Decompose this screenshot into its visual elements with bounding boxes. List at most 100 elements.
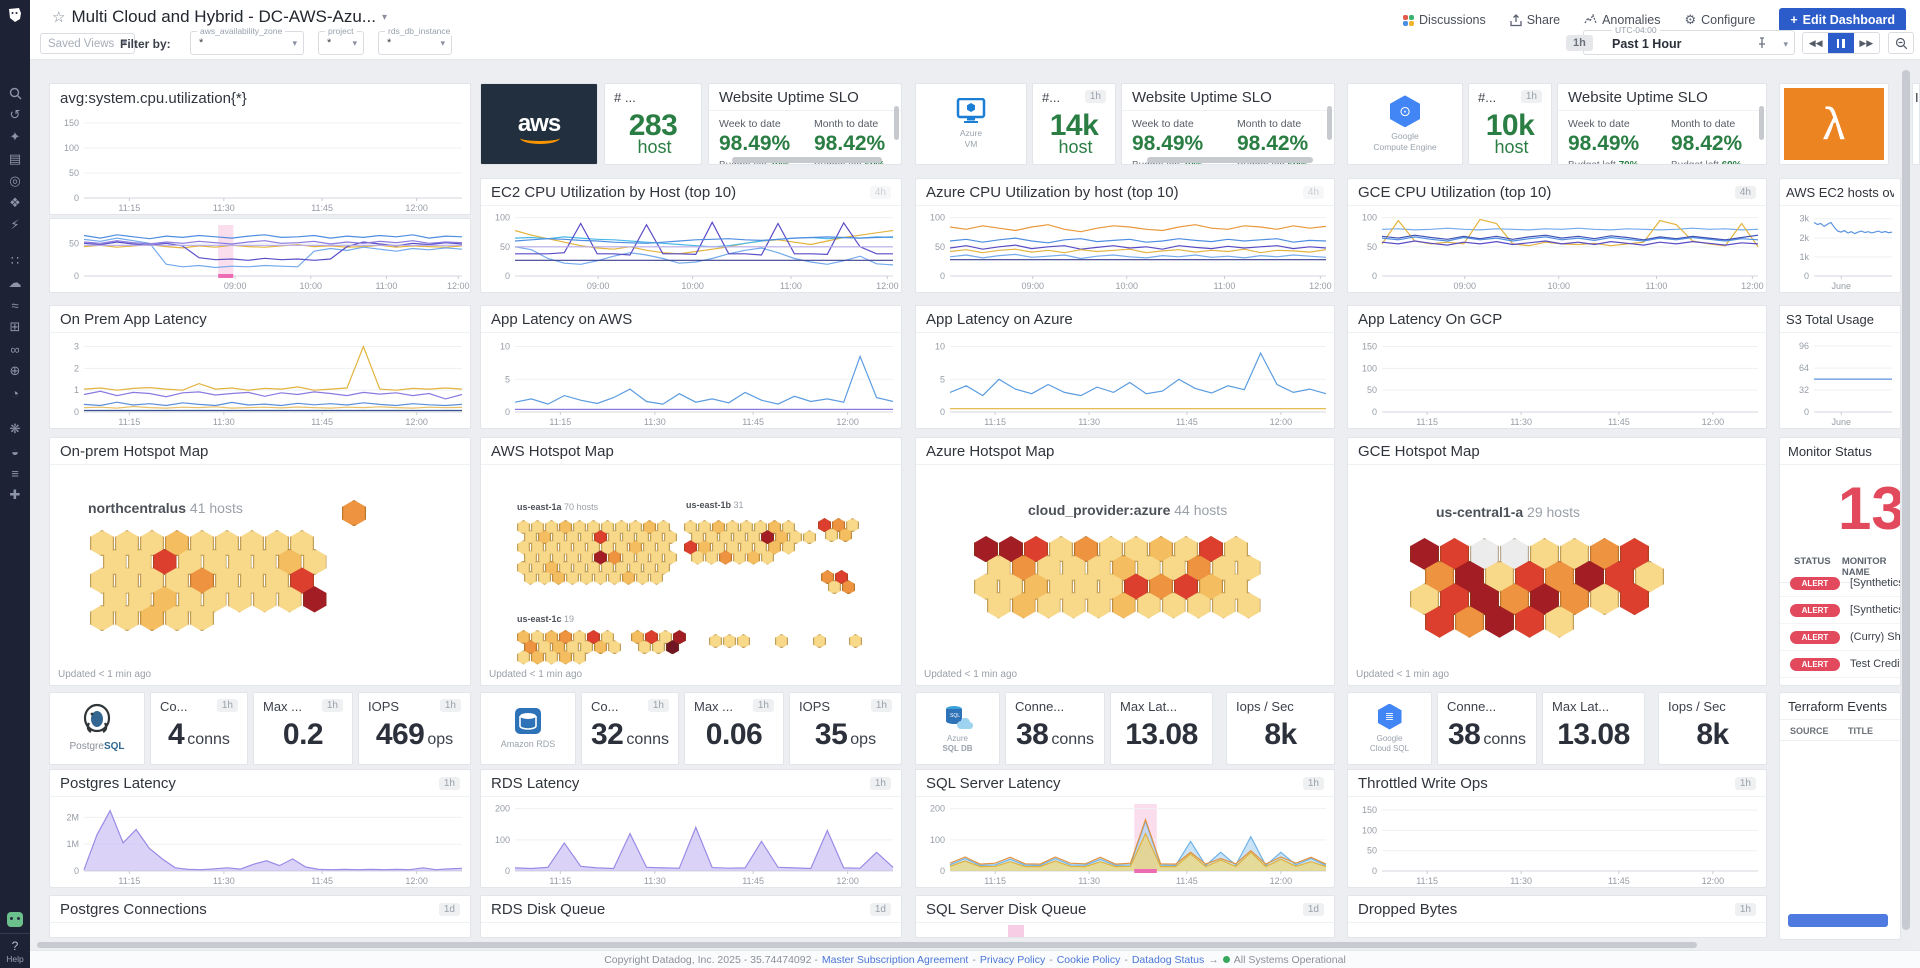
s3-usage-chart[interactable]: 9664320June	[1780, 334, 1900, 428]
footer-link[interactable]: Cookie Policy	[1057, 954, 1121, 966]
widget-gcp-latency[interactable]: App Latency On GCP 15010050011:1511:3011…	[1347, 305, 1767, 429]
pin-icon[interactable]	[1756, 37, 1768, 49]
network-icon[interactable]: ≈	[0, 294, 30, 316]
integrations-icon[interactable]: ✚	[0, 484, 30, 506]
widget-aws-hotspot[interactable]: AWS Hotspot Map us-east-1a 70 hosts us-e…	[480, 437, 902, 686]
widget-pg-iops[interactable]: IOPS1h 469ops	[358, 692, 471, 765]
azure-hex-map[interactable]	[916, 466, 1334, 685]
aws-latency-chart[interactable]: 105011:1511:3011:4512:00	[481, 334, 901, 428]
synthetics-icon[interactable]: ◔	[0, 382, 30, 404]
dashboard-title[interactable]: Multi Cloud and Hybrid - DC-AWS-Azu...	[71, 7, 376, 27]
cloud-security-icon[interactable]: ☁	[0, 272, 30, 294]
widget-azure-cpu[interactable]: Azure CPU Utilization by host (top 10)4h…	[915, 178, 1335, 293]
monitor-row[interactable]: ALERT(Curry) Shopi...	[1780, 624, 1900, 651]
widget-azure-hotspot[interactable]: Azure Hotspot Map cloud_provider:azure 4…	[915, 437, 1335, 686]
slo-icon[interactable]: ◒	[0, 440, 30, 462]
widget-pg-connections[interactable]: Co...1h 4conns	[150, 692, 248, 765]
widget-azure-sql-connections[interactable]: Conne... 38conns	[1005, 692, 1105, 765]
widget-dropped-bytes[interactable]: Dropped Bytes1h	[1347, 895, 1767, 938]
service-management-icon[interactable]: ∷	[0, 250, 30, 272]
azure-latency-chart[interactable]: 105011:1511:3011:4512:00	[916, 334, 1334, 428]
time-forward-button[interactable]: ▶▶	[1854, 33, 1879, 53]
timeframe-shortcut-badge[interactable]: 1h	[1566, 35, 1593, 51]
widget-scrollbar[interactable]	[1147, 157, 1312, 163]
metrics-icon[interactable]: ▤	[0, 148, 30, 170]
widget-pg-max-latency[interactable]: Max ...1h 0.2	[253, 692, 353, 765]
time-pause-button[interactable]	[1828, 33, 1853, 53]
user-avatar[interactable]	[7, 912, 23, 927]
widget-gce-hotspot[interactable]: GCE Hotspot Map us-central1-a 29 hosts U…	[1347, 437, 1767, 686]
monitor-row[interactable]: ALERTTest Credit Ca...	[1780, 651, 1900, 678]
widget-postgres-latency[interactable]: Postgres Latency1h 2M1M011:1511:3011:451…	[49, 769, 471, 888]
footer-link[interactable]: Master Subscription Agreement	[822, 954, 969, 966]
widget-throttled-write-ops[interactable]: Throttled Write Ops1h 15010050011:1511:3…	[1347, 769, 1767, 888]
ai-assistant-icon[interactable]: ✦	[0, 126, 30, 148]
widget-aws-latency[interactable]: App Latency on AWS 105011:1511:3011:4512…	[480, 305, 902, 429]
apm-icon[interactable]: ⚡	[0, 214, 30, 236]
sql-server-latency-chart[interactable]: 200100011:1511:3011:4512:00	[916, 798, 1334, 887]
widget-terraform-events[interactable]: Terraform Events SOURCETITLE	[1779, 692, 1901, 940]
widget-azure-sql-max-latency[interactable]: Max Lat... 13.08	[1110, 692, 1213, 765]
throttled-write-ops-chart[interactable]: 15010050011:1511:3011:4512:00	[1348, 798, 1766, 887]
horizontal-scrollbar[interactable]	[35, 940, 1915, 949]
watchdog-icon[interactable]: ◎	[0, 170, 30, 192]
infrastructure-icon[interactable]: ❖	[0, 192, 30, 214]
gce-cpu-chart[interactable]: 10050009:0010:0011:0012:00	[1348, 207, 1766, 292]
software-catalog-icon[interactable]: ⊞	[0, 316, 30, 338]
widget-monitor-status[interactable]: Monitor Status 13 STATUSMONITOR NAME ALE…	[1779, 437, 1901, 686]
onprem-latency-chart[interactable]: 321011:1511:3011:4512:00	[50, 334, 470, 428]
onprem-hex-map[interactable]	[50, 466, 470, 685]
help-button[interactable]: ? Help	[0, 933, 30, 964]
favorite-star-icon[interactable]: ☆	[52, 8, 65, 26]
widget-scrollbar[interactable]	[1327, 106, 1332, 140]
ec2-hosts-chart[interactable]: 3k2k1k0June	[1780, 207, 1900, 292]
widget-sql-server-latency[interactable]: SQL Server Latency1h 200100011:1511:3011…	[915, 769, 1335, 888]
aws-hex-map[interactable]	[481, 466, 901, 685]
widget-rds-connections[interactable]: Co...1h 32conns	[581, 692, 679, 765]
zoom-out-button[interactable]	[1888, 32, 1914, 54]
widget-rds-latency[interactable]: RDS Latency1h 200100011:1511:3011:4512:0…	[480, 769, 902, 888]
widget-scrollbar[interactable]	[732, 157, 882, 163]
widget-cpu-utilization-hosts[interactable]: 50009:0010:0011:0012:00	[49, 218, 471, 293]
widget-azure-sql-iops[interactable]: Iops / Sec 8k	[1226, 692, 1335, 765]
widget-gcp-host-count[interactable]: #...1h 10k host	[1468, 83, 1552, 165]
widget-azure-latency[interactable]: App Latency on Azure 105011:1511:3011:45…	[915, 305, 1335, 429]
logs-icon[interactable]: ≡	[0, 462, 30, 484]
azure-cpu-chart[interactable]: 10050009:0010:0011:0012:00	[916, 207, 1334, 292]
time-range-picker[interactable]: UTC-04:00 Past 1 Hour ▾	[1583, 30, 1795, 55]
vertical-scrollbar[interactable]	[1902, 70, 1910, 930]
monitor-row[interactable]: ALERT[Synthetics] W...	[1780, 570, 1900, 597]
widget-rds-iops[interactable]: IOPS1h 35ops	[789, 692, 902, 765]
postgres-latency-chart[interactable]: 2M1M011:1511:3011:4512:00	[50, 798, 470, 887]
share-button[interactable]: Share	[1510, 13, 1560, 27]
widget-ec2-cpu[interactable]: EC2 CPU Utilization by Host (top 10)4h 1…	[480, 178, 902, 293]
rds-latency-chart[interactable]: 200100011:1511:3011:4512:00	[481, 798, 901, 887]
widget-slo-gcp[interactable]: Website Uptime SLO Week to date98.49%Bud…	[1557, 83, 1767, 165]
widget-slo-aws[interactable]: Website Uptime SLO Week to date98.49%Bud…	[708, 83, 902, 165]
widget-cpu-utilization[interactable]: avg:system.cpu.utilization{*} 1501005001…	[49, 83, 471, 215]
widget-postgres-connections[interactable]: Postgres Connections1d	[49, 895, 471, 938]
widget-aws-host-count[interactable]: # ... 283 host	[604, 83, 702, 165]
widget-onprem-latency[interactable]: On Prem App Latency 321011:1511:3011:451…	[49, 305, 471, 429]
cpu-hosts-chart[interactable]: 50009:0010:0011:0012:00	[50, 219, 470, 292]
filter-rds-db-instance[interactable]: rds_db_instance * ▾	[378, 31, 452, 55]
widget-scrollbar[interactable]	[1759, 106, 1764, 140]
widget-rds-max-latency[interactable]: Max ...1h 0.06	[684, 692, 784, 765]
search-icon[interactable]	[0, 82, 30, 104]
time-back-button[interactable]: ◀◀	[1803, 33, 1828, 53]
universal-service-icon[interactable]: ⊕	[0, 360, 30, 382]
widget-cloud-sql-max-latency[interactable]: Max Lat... 13.08	[1542, 692, 1645, 765]
widget-gce-cpu[interactable]: GCE CPU Utilization (top 10)4h 10050009:…	[1347, 178, 1767, 293]
cpu-utilization-chart[interactable]: 15010050011:1511:3011:4512:00	[50, 112, 470, 214]
title-chevron-icon[interactable]: ▾	[382, 12, 387, 23]
gcp-latency-chart[interactable]: 15010050011:1511:3011:4512:00	[1348, 334, 1766, 428]
footer-link[interactable]: Privacy Policy	[980, 954, 1045, 966]
configure-button[interactable]: ⚙ Configure	[1684, 12, 1755, 28]
widget-sql-server-disk-queue[interactable]: SQL Server Disk Queue1d	[915, 895, 1335, 938]
monitor-row[interactable]: ALERTService mode...	[1780, 678, 1900, 686]
widget-slo-azure[interactable]: Website Uptime SLO Week to date98.49%Bud…	[1121, 83, 1335, 165]
footer-link[interactable]: Datadog Status	[1132, 954, 1204, 966]
error-tracking-icon[interactable]: ❋	[0, 418, 30, 440]
monitor-row[interactable]: ALERT[Synthetics] [...	[1780, 597, 1900, 624]
edit-dashboard-button[interactable]: + Edit Dashboard	[1779, 8, 1906, 32]
